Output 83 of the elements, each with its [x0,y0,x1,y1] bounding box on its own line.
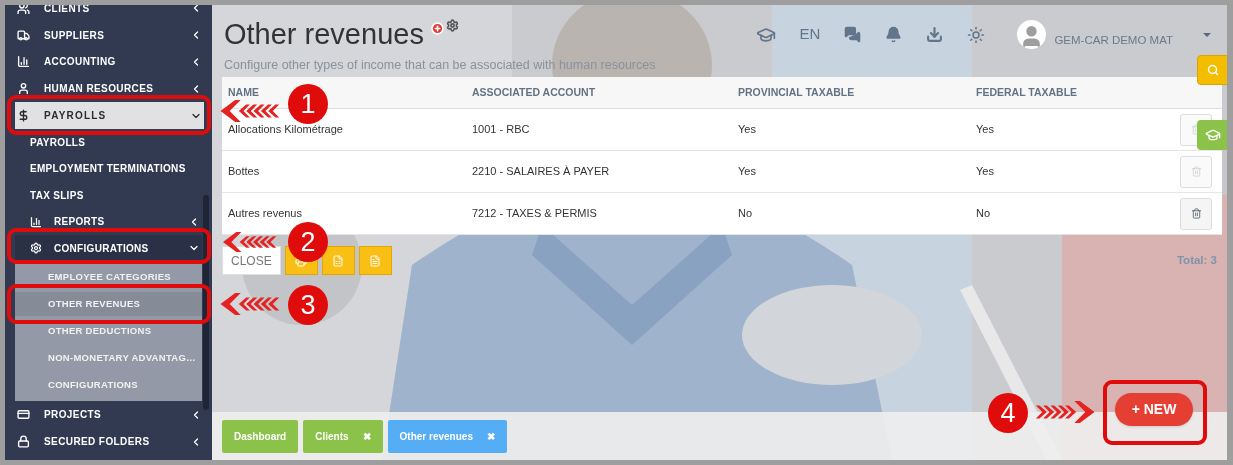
tab-label: Clients [315,429,349,444]
trash-icon [1190,208,1202,219]
truck-icon [17,28,30,42]
graduation-cap-icon [1205,127,1221,143]
trash-icon [1190,166,1202,177]
menu-item[interactable]: CLIENTS [15,5,204,22]
menu-item[interactable]: OTHER REVENUES [15,292,202,317]
menu-label: REPORTS [54,215,105,230]
document-icon [369,254,382,267]
new-button[interactable]: + NEW [1115,393,1193,426]
add-icon[interactable] [430,22,444,35]
excel-button[interactable] [321,246,355,275]
tutorial-button[interactable] [1197,120,1227,150]
download-icon[interactable] [926,26,944,44]
table-cell-text: Allocations Kilométrage [228,122,344,138]
gear-icon [30,242,42,255]
close-icon[interactable]: ✖ [486,428,495,444]
menu-label: CONFIGURATIONS [54,241,149,256]
table-cell-text: 2210 - SALAIRES À PAYER [472,164,611,180]
tab-label: Dashboard [234,429,287,444]
menu-label: PROJECTS [44,408,102,423]
caret-icon[interactable] [1203,32,1211,37]
menu-label: TAX SLIPS [30,188,84,203]
card-icon [17,408,30,422]
gear-icon[interactable] [445,19,459,32]
menu-item[interactable]: OTHER DEDUCTIONS [15,319,202,344]
menu-item[interactable]: NON-MONETARY ADVANTAG… [15,346,202,371]
dollar-icon [17,109,30,123]
menu-item[interactable]: PAYROLLS [15,102,204,129]
bar-chart-icon [30,215,42,228]
menu-item[interactable]: SECURED FOLDERS [15,428,204,456]
menu-item[interactable]: EMPLOYEE CATEGORIES [15,265,202,290]
menu-item[interactable]: EMPLOYMENT TERMINATIONS [15,155,202,182]
menu-label: ACCOUNTING [44,55,116,70]
table-cell-text: Yes [976,164,995,180]
menu-item[interactable]: TAX SLIPS [15,182,202,209]
language-code[interactable]: EN [799,23,821,46]
table-cell-text: Bottes [228,164,261,180]
menu-item[interactable]: CONFIGURATIONS [15,235,202,262]
open-tab[interactable]: Other revenues ✖ [387,419,507,453]
menu-label: HUMAN RESOURCES [44,82,154,97]
table-cell-text: No [976,206,992,222]
menu-item[interactable]: CONFIGURATIONS [15,373,202,398]
delete-button[interactable] [1180,197,1212,230]
spreadsheet-icon [332,254,345,267]
menu-label: PAYROLLS [30,135,86,150]
menu-label: EMPLOYMENT TERMINATIONS [30,162,186,177]
menu-label: PAYROLLS [44,109,107,124]
table-cell-text: Yes [976,122,995,138]
menu-label: SUPPLIERS [44,28,105,43]
table-cell-text: Yes [738,122,757,138]
menu-label: CLIENTS [44,5,90,16]
table-cell-text: Yes [738,164,757,180]
column-header: FEDERAL TAXABLE [976,84,1079,100]
tab-label: Other revenues [399,429,473,444]
menu-item[interactable]: HUMAN RESOURCES [15,75,204,103]
lock-icon [17,435,30,449]
column-header: ASSOCIATED ACCOUNT [472,84,597,100]
search-icon [1207,64,1219,76]
bell-icon[interactable] [885,26,903,44]
company-name: GEM-CAR DEMO MAT [1054,33,1173,48]
column-header: PROVINCIAL TAXABLE [738,84,856,100]
close-button[interactable]: CLOSE [222,246,281,275]
chat-icon[interactable] [844,26,862,44]
total-count: Total: 3 [1176,252,1217,268]
table-cell-text: 7212 - TAXES & PERMIS [472,206,598,222]
table-cell-text: 1001 - RBC [472,122,531,138]
page-title: Other revenues [224,17,424,51]
person-icon [17,82,30,96]
menu-item[interactable]: SUPPLIERS [15,21,204,49]
table-cell-text: No [738,206,754,222]
menu-item[interactable]: PAYROLLS [15,129,202,156]
table-cell-text: Autres revenus [228,206,303,222]
sun-icon[interactable] [967,25,986,44]
people-icon [17,5,30,15]
menu-label: SECURED FOLDERS [44,435,150,450]
column-header: NAME [228,84,260,100]
bar-chart-icon [17,55,30,69]
search-button[interactable] [1197,55,1227,85]
pdf-button[interactable] [358,246,392,275]
menu-item[interactable]: ACCOUNTING [15,48,204,76]
menu-item[interactable]: REPORTS [15,208,202,235]
menu-item[interactable]: PROJECTS [15,401,204,429]
